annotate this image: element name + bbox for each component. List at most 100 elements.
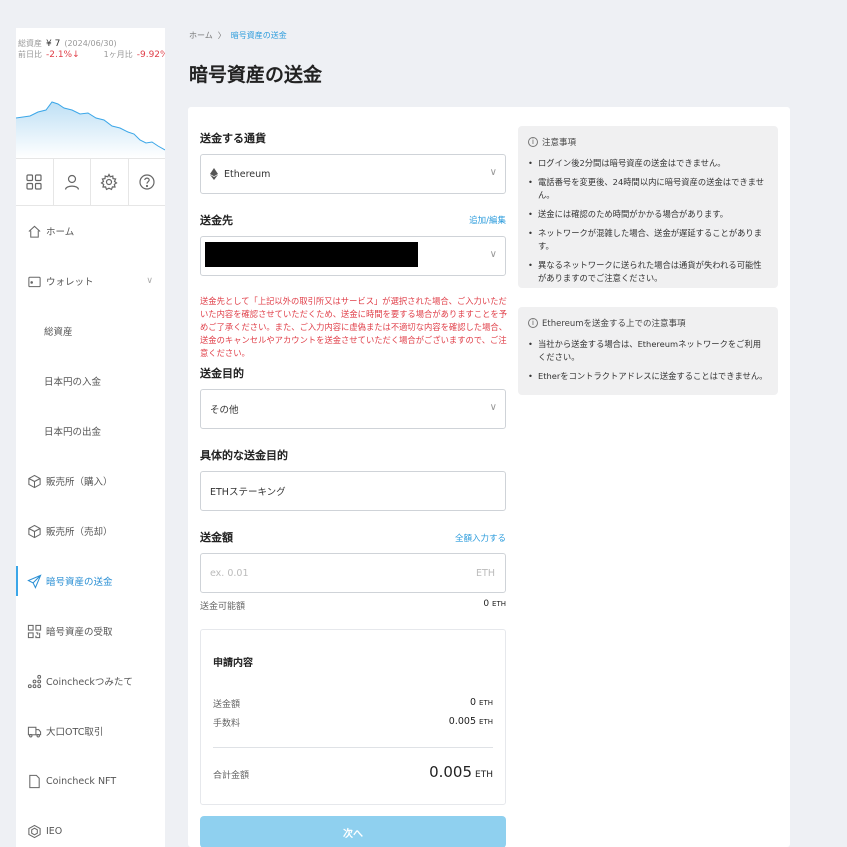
sidebar-item-label: 暗号資産の送金	[46, 577, 113, 588]
purpose-select[interactable]: その他 ∨	[200, 389, 506, 429]
sidebar-item-label: 大口OTC取引	[46, 727, 104, 738]
eth-notes-title: Ethereumを送金する上での注意事項	[542, 319, 686, 329]
sidebar-item-label: ホーム	[46, 227, 75, 238]
ethereum-icon	[210, 168, 218, 180]
summary-total-label: 合計金額	[213, 771, 250, 781]
sidebar-item-ieo[interactable]: IEO	[16, 806, 165, 847]
currency-value: Ethereum	[224, 168, 271, 180]
sidebar-item-otc[interactable]: 大口OTC取引	[16, 706, 165, 756]
sidebar-item-jpy-deposit[interactable]: 日本円の入金	[16, 356, 165, 406]
send-icon	[26, 573, 42, 589]
currency-select[interactable]: Ethereum ∨	[200, 154, 506, 194]
notes-list: ログイン後2分間は暗号資産の送金はできません。 電話番号を変更後、24時間以内に…	[528, 157, 768, 285]
document-icon	[26, 773, 42, 789]
list-item: ネットワークが混雑した場合、送金が遅延することがあります。	[528, 227, 768, 253]
cube-icon	[26, 523, 42, 539]
list-item: 電話番号を変更後、24時間以内に暗号資産の送金はできません。	[528, 176, 768, 202]
truck-icon	[26, 723, 42, 739]
summary-fee-label: 手数料	[213, 719, 241, 729]
info-icon: i	[528, 318, 538, 328]
sidebar-item-label: ウォレット	[46, 277, 94, 288]
day-change-value: -2.1%↓	[46, 50, 80, 60]
specific-purpose-value: ETHステーキング	[210, 487, 286, 498]
sidebar-item-wallet[interactable]: ウォレット ∨	[16, 256, 165, 306]
breadcrumb-home[interactable]: ホーム	[189, 31, 213, 40]
sidebar-item-total-assets[interactable]: 総資産	[16, 306, 165, 356]
eth-notes-panel: i Ethereumを送金する上での注意事項 当社から送金する場合は、Ether…	[518, 307, 778, 395]
change-row: 前日比 -2.1%↓ 1ヶ月比 -9.92%↓	[16, 49, 165, 60]
sidebar-item-receive-crypto[interactable]: 暗号資産の受取	[16, 606, 165, 656]
chevron-down-icon: ∨	[489, 402, 497, 413]
wallet-icon	[26, 273, 42, 289]
qr-code-icon	[26, 623, 42, 639]
next-button[interactable]: 次へ	[200, 816, 506, 847]
user-icon[interactable]	[54, 159, 91, 205]
page-title: 暗号資産の送金	[189, 64, 323, 86]
sidebar-item-nft[interactable]: Coincheck NFT	[16, 756, 165, 806]
list-item: 当社から送金する場合は、Ethereumネットワークをご利用ください。	[528, 338, 768, 364]
breadcrumb-separator: 〉	[217, 31, 226, 40]
sidebar-icon-tabs	[16, 158, 165, 206]
summary-fee-value: 0.005	[448, 716, 476, 727]
summary-total-value: 0.005	[429, 763, 473, 781]
destination-select[interactable]: ∨	[200, 236, 506, 276]
purpose-value: その他	[210, 405, 239, 416]
sidebar-item-jpy-withdraw[interactable]: 日本円の出金	[16, 406, 165, 456]
available-unit: ETH	[492, 600, 506, 608]
gear-icon[interactable]	[91, 159, 129, 205]
month-change-value: -9.92%↓	[136, 50, 165, 60]
list-item: Etherをコントラクトアドレスに送金することはできません。	[528, 370, 768, 383]
destination-warning: 送金先として「上記以外の取引所又はサービス」が選択された場合、ご入力いただいた内…	[200, 296, 507, 358]
day-change-label: 前日比	[18, 50, 42, 59]
specific-purpose-label: 具体的な送金目的	[200, 449, 288, 462]
send-form-card: 送金する通貨 Ethereum ∨ 送金先 追加/編集 ∨ 送金先として「上記以…	[188, 107, 790, 847]
list-item: 送金には確認のため時間がかかる場合があります。	[528, 208, 768, 221]
summary-fee-unit: ETH	[479, 718, 493, 726]
notes-title: 注意事項	[542, 138, 577, 148]
destination-label: 送金先	[200, 214, 233, 227]
available-amount: 0 ETH	[483, 599, 506, 609]
eth-notes-header: i Ethereumを送金する上での注意事項	[528, 317, 768, 329]
sidebar-item-sell[interactable]: 販売所（売却）	[16, 506, 165, 556]
info-icon: i	[528, 137, 538, 147]
month-change-label: 1ヶ月比	[103, 50, 133, 59]
grid-icon[interactable]	[16, 159, 54, 205]
sidebar-item-buy[interactable]: 販売所（購入）	[16, 456, 165, 506]
summary-amount-unit: ETH	[479, 699, 493, 707]
enter-all-link[interactable]: 全額入力する	[455, 532, 506, 544]
redacted-destination	[205, 242, 418, 267]
sidebar-item-home[interactable]: ホーム	[16, 206, 165, 256]
chevron-down-icon: ∨	[489, 167, 497, 178]
home-icon	[26, 223, 42, 239]
sidebar-item-label: Coincheck NFT	[46, 775, 117, 787]
total-value: ¥ 7	[46, 39, 61, 49]
breadcrumb-current: 暗号資産の送金	[230, 31, 287, 40]
sidebar-nav: ホーム ウォレット ∨ 総資産 日本円の入金 日本円の出金 販売所（購入） 販売…	[16, 206, 165, 847]
amount-unit: ETH	[476, 567, 495, 579]
summary-total-unit: ETH	[475, 770, 493, 780]
summary-amount-value: 0	[469, 697, 476, 708]
total-date: (2024/06/30)	[64, 39, 117, 48]
amount-label: 送金額	[200, 531, 233, 544]
request-summary: 申請内容 送金額 0 ETH 手数料 0.005 ETH 合計金額 0.005 …	[200, 629, 506, 805]
sidebar-item-send-crypto[interactable]: 暗号資産の送金	[16, 556, 165, 606]
help-icon[interactable]	[129, 159, 166, 205]
available-value: 0	[483, 599, 490, 609]
sidebar-item-tsumitate[interactable]: Coincheckつみたて	[16, 656, 165, 706]
sidebar-item-label: IEO	[46, 825, 63, 837]
amount-input[interactable]: ex. 0.01 ETH	[200, 553, 506, 593]
purpose-label: 送金目的	[200, 367, 244, 380]
summary-amount: 0 ETH	[470, 697, 493, 708]
notes-header: i 注意事項	[528, 136, 768, 148]
specific-purpose-input[interactable]: ETHステーキング	[200, 471, 506, 511]
sidebar-item-label: 販売所（購入）	[46, 477, 113, 488]
coins-stack-icon	[26, 673, 42, 689]
sidebar-item-label: 暗号資産の受取	[46, 627, 113, 638]
asset-summary: 総資産 ¥ 7 (2024/06/30) 前日比 -2.1%↓ 1ヶ月比 -9.…	[16, 28, 165, 158]
eth-notes-list: 当社から送金する場合は、Ethereumネットワークをご利用ください。 Ethe…	[528, 338, 768, 383]
destination-edit-link[interactable]: 追加/編集	[469, 214, 506, 226]
available-label: 送金可能額	[200, 602, 246, 612]
summary-amount-label: 送金額	[213, 700, 241, 710]
request-summary-title: 申請内容	[213, 658, 253, 669]
sidebar-item-label: Coincheckつみたて	[46, 677, 133, 688]
